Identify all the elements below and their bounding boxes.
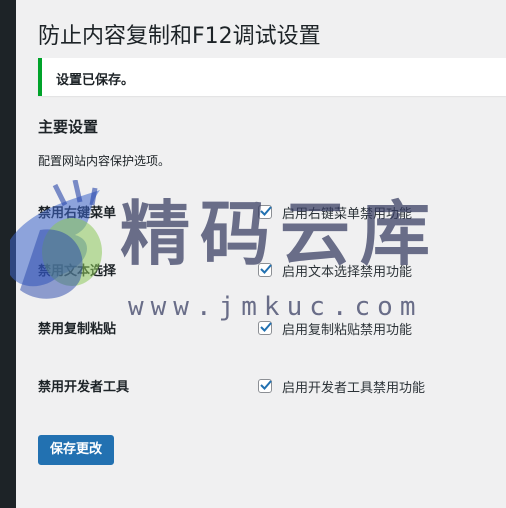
save-changes-button[interactable]: 保存更改 [38,435,115,465]
admin-sidebar [0,0,16,508]
setting-label: 禁用复制粘贴 [38,322,117,337]
setting-row-context-menu: 禁用右键菜单 启用右键菜单禁用功能 [38,200,506,224]
setting-label: 禁用开发者工具 [38,380,130,395]
checkmark-icon [260,206,272,216]
setting-control[interactable]: 启用开发者工具禁用功能 [258,374,425,398]
success-notice: 设置已保存。 [38,58,506,96]
copy-paste-checkbox[interactable] [258,321,272,335]
checkbox-label: 启用右键菜单禁用功能 [282,206,413,222]
setting-row-text-select: 禁用文本选择 启用文本选择禁用功能 [38,258,506,282]
page-title: 防止内容复制和F12调试设置 [38,24,321,49]
setting-control[interactable]: 启用复制粘贴禁用功能 [258,316,412,340]
checkbox-label: 启用开发者工具禁用功能 [282,380,426,396]
setting-control[interactable]: 启用文本选择禁用功能 [258,258,412,282]
checkmark-icon [260,322,272,332]
checkmark-icon [260,264,272,274]
setting-control[interactable]: 启用右键菜单禁用功能 [258,200,412,224]
checkbox-label: 启用复制粘贴禁用功能 [282,322,413,338]
setting-row-copy-paste: 禁用复制粘贴 启用复制粘贴禁用功能 [38,316,506,340]
devtools-checkbox[interactable] [258,379,272,393]
checkbox-label: 启用文本选择禁用功能 [282,264,413,280]
section-description: 配置网站内容保护选项。 [38,154,171,168]
text-select-checkbox[interactable] [258,263,272,277]
setting-row-devtools: 禁用开发者工具 启用开发者工具禁用功能 [38,374,506,398]
setting-label: 禁用文本选择 [38,264,117,279]
context-menu-checkbox[interactable] [258,205,272,219]
checkmark-icon [260,380,272,390]
watermark: 精码云库 www.jmkuc.com [0,170,506,340]
section-title: 主要设置 [38,118,99,136]
notice-text: 设置已保存。 [56,73,135,88]
setting-label: 禁用右键菜单 [38,206,117,221]
